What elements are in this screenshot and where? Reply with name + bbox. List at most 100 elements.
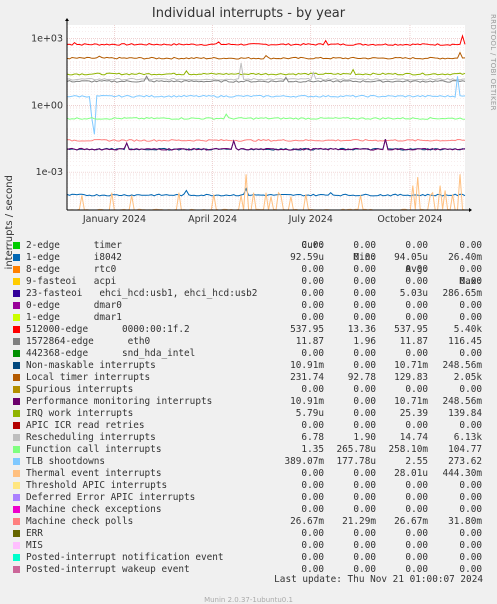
legend-series-name: Machine check exceptions [26, 504, 162, 515]
legend-series-name: 9-fasteoi acpi [26, 276, 117, 287]
legend-cur-value: 0.00 [301, 240, 324, 251]
legend-row: 23-fasteoi ehci_hcd:usb1, ehci_hcd:usb2 0… [12, 288, 487, 300]
legend-min-value: 1.90 [353, 432, 376, 443]
legend-cur-value: 0.00 [301, 480, 324, 491]
legend-min-value: 0.00 [353, 348, 376, 359]
legend-swatch [13, 518, 20, 525]
legend-series-name: MIS [26, 540, 43, 551]
legend-min-value: 0.00 [353, 384, 376, 395]
legend-row: 2-edge timer 0.00 0.00 0.00 0.00 [12, 240, 487, 252]
legend-max-value: 0.00 [459, 552, 482, 563]
legend-cur-value: 6.78 [301, 432, 324, 443]
legend-swatch [13, 434, 20, 441]
legend-min-value: 0.00 [353, 408, 376, 419]
legend-cur-value: 0.00 [301, 552, 324, 563]
legend-min-value: 177.78u [336, 456, 376, 467]
legend-max-value: 0.00 [459, 300, 482, 311]
legend-cur-value: 0.00 [301, 288, 324, 299]
legend-row: Machine check exceptions 0.00 0.00 0.00 0.00 [12, 504, 487, 516]
legend-max-value: 248.56m [442, 396, 482, 407]
legend-avg-value: 25.39 [399, 408, 428, 419]
legend-cur-value: 0.00 [301, 276, 324, 287]
legend-min-value: 0.00 [353, 276, 376, 287]
legend-series-name: Posted-interrupt wakeup event [26, 564, 190, 575]
legend-swatch [13, 290, 20, 297]
legend-swatch [13, 374, 20, 381]
legend-max-value: 26.40m [448, 252, 482, 263]
legend-swatch [13, 326, 20, 333]
legend-min-value: 0.00 [353, 264, 376, 275]
legend-max-value: 139.84 [448, 408, 482, 419]
legend-cur-value: 11.87 [295, 336, 324, 347]
legend-swatch [13, 362, 20, 369]
legend-row: Deferred Error APIC interrupts 0.00 0.00 0.… [12, 492, 487, 504]
legend-swatch [13, 410, 20, 417]
legend-max-value: 248.56m [442, 360, 482, 371]
legend-cur-value: 0.00 [301, 264, 324, 275]
legend-row: TLB shootdowns 389.07m 177.78u 2.55 273.62 [12, 456, 487, 468]
legend-cur-value: 231.74 [290, 372, 324, 383]
legend-avg-value: 0.00 [405, 312, 428, 323]
legend-rows: 2-edge timer 0.00 0.00 0.00 0.00 1-edge i8042… [12, 240, 487, 576]
legend-series-name: Rescheduling interrupts [26, 432, 156, 443]
legend-cur-value: 0.00 [301, 348, 324, 359]
legend-row: 1-edge i8042 92.59u 0.00 94.05u 26.40m [12, 252, 487, 264]
legend-avg-value: 10.71m [394, 396, 428, 407]
y-axis-arrow [65, 18, 69, 21]
legend-min-value: 0.00 [353, 552, 376, 563]
legend-cur-value: 0.00 [301, 528, 324, 539]
legend-max-value: 286.65m [442, 288, 482, 299]
x-tick-label: July 2024 [288, 214, 333, 225]
legend-avg-value: 0.00 [405, 240, 428, 251]
legend-series-name: Performance monitoring interrupts [26, 396, 213, 407]
legend-max-value: 0.00 [459, 348, 482, 359]
legend-series-name: 23-fasteoi ehci_hcd:usb1, ehci_hcd:usb2 [26, 288, 258, 299]
x-tick-label: January 2024 [82, 214, 146, 225]
legend-series-name: Deferred Error APIC interrupts [26, 492, 196, 503]
legend-swatch [13, 386, 20, 393]
legend-cur-value: 389.07m [284, 456, 324, 467]
legend-cur-value: 10.91m [290, 360, 324, 371]
legend-series-name: 512000-edge 0000:00:1f.2 [26, 324, 190, 335]
y-tick-label: 1e+03 [31, 33, 63, 44]
legend-swatch [13, 398, 20, 405]
last-update: Last update: Thu Nov 21 01:00:07 2024 [274, 574, 483, 585]
legend-avg-value: 0.00 [405, 300, 428, 311]
legend-row: 512000-edge 0000:00:1f.2 537.95 13.36 537.9… [12, 324, 487, 336]
legend-series-name: IRQ work interrupts [26, 408, 134, 419]
legend-cur-value: 0.00 [301, 384, 324, 395]
legend-row: Threshold APIC interrupts 0.00 0.00 0.00 0.0… [12, 480, 487, 492]
legend-max-value: 0.00 [459, 264, 482, 275]
y-tick-label: 1e-03 [36, 167, 63, 178]
legend-min-value: 0.00 [353, 312, 376, 323]
legend-row: Rescheduling interrupts 6.78 1.90 14.74 6.13… [12, 432, 487, 444]
legend-swatch [13, 302, 20, 309]
x-axis-arrow [469, 208, 472, 212]
legend-avg-value: 14.74 [399, 432, 428, 443]
legend-min-value: 265.78u [336, 444, 376, 455]
legend-min-value: 0.00 [353, 288, 376, 299]
legend-row: 0-edge dmar0 0.00 0.00 0.00 0.00 [12, 300, 487, 312]
legend-series-name: 1-edge dmar1 [26, 312, 122, 323]
legend-avg-value: 0.00 [405, 420, 428, 431]
legend-cur-value: 0.00 [301, 420, 324, 431]
legend-swatch [13, 242, 20, 249]
legend-row: IRQ work interrupts 5.79u 0.00 25.39 139.84 [12, 408, 487, 420]
legend-max-value: 0.00 [459, 384, 482, 395]
legend-swatch [13, 482, 20, 489]
legend-avg-value: 28.01u [394, 468, 428, 479]
legend-swatch [13, 350, 20, 357]
legend-max-value: 116.45 [448, 336, 482, 347]
legend-min-value: 0.00 [353, 420, 376, 431]
legend-avg-value: 0.00 [405, 504, 428, 515]
x-tick-label: April 2024 [188, 214, 237, 225]
legend-min-value: 0.00 [353, 480, 376, 491]
legend-swatch [13, 554, 20, 561]
legend-series-name: Function call interrupts [26, 444, 162, 455]
legend-cur-value: 0.00 [301, 504, 324, 515]
legend-row: Machine check polls 26.67m 21.29m 26.67m 31.… [12, 516, 487, 528]
legend-max-value: 0.00 [459, 492, 482, 503]
legend-row: 442368-edge snd_hda_intel 0.00 0.00 0.00 0.0… [12, 348, 487, 360]
legend-series-name: 1572864-edge eth0 [26, 336, 151, 347]
legend-cur-value: 0.00 [301, 492, 324, 503]
